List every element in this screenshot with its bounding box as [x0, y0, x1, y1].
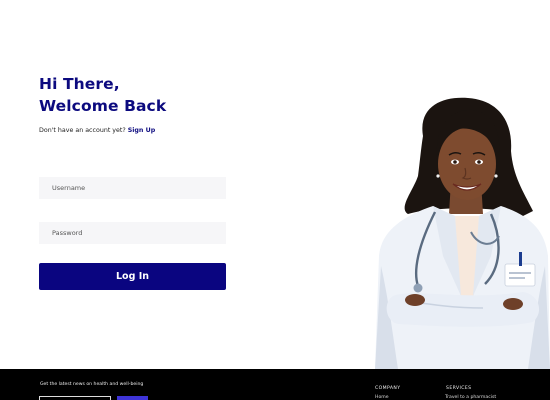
- footer-company-heading: COMPANY: [375, 386, 401, 391]
- signup-prompt: Don't have an account yet? Sign Up: [39, 127, 155, 134]
- newsletter-email-input[interactable]: [39, 396, 111, 400]
- sign-up-link[interactable]: Sign Up: [128, 127, 156, 134]
- footer-link-home[interactable]: Home: [375, 395, 389, 400]
- greeting-line-1: Hi There,: [39, 75, 120, 93]
- greeting-line-2: Welcome Back: [39, 97, 167, 115]
- footer: Get the latest news on health and well-b…: [0, 369, 550, 400]
- signup-prompt-text: Don't have an account yet?: [39, 127, 126, 134]
- login-button[interactable]: Log In: [39, 263, 226, 290]
- footer-link-service[interactable]: Travel to a pharmacist: [445, 395, 496, 400]
- doctor-illustration: [375, 97, 550, 369]
- password-input[interactable]: [39, 222, 226, 244]
- username-input[interactable]: [39, 177, 226, 199]
- footer-services-heading: SERVICES: [446, 386, 472, 391]
- newsletter-text: Get the latest news on health and well-b…: [40, 382, 144, 387]
- page-title: Hi There, Welcome Back: [39, 73, 166, 117]
- newsletter-subscribe-button[interactable]: [117, 396, 148, 400]
